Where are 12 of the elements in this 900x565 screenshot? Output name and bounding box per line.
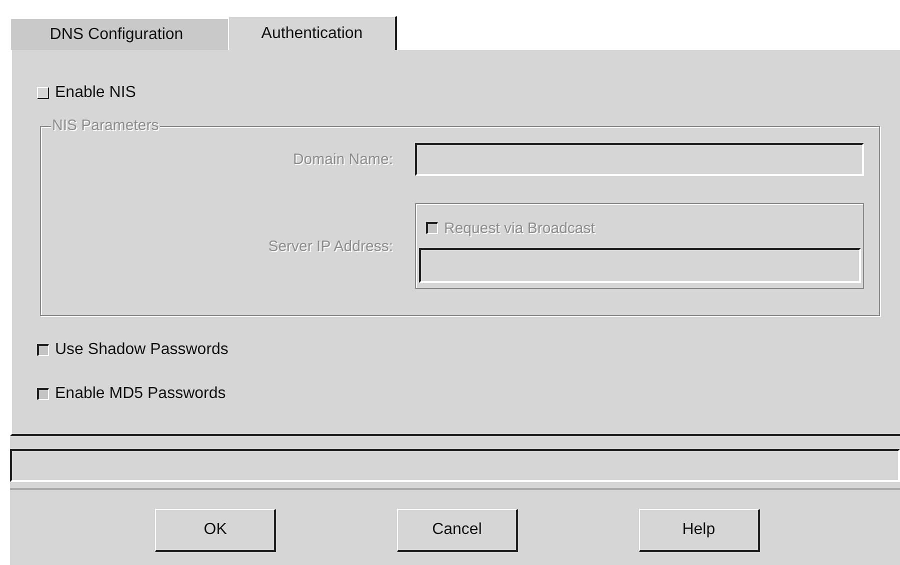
button[interactable]: Cancel	[396, 509, 518, 552]
button[interactable]: OK	[155, 509, 276, 552]
checkbox-label[interactable]: Enable NIS	[55, 84, 136, 102]
checkbox-label[interactable]: Enable MD5 Passwords	[55, 385, 226, 403]
checkbox[interactable]	[37, 344, 49, 356]
field-label: Domain Name:	[292, 151, 394, 168]
checkbox-label[interactable]: Use Shadow Passwords	[55, 341, 228, 359]
button[interactable]: Help	[638, 509, 760, 552]
checkbox[interactable]	[37, 388, 49, 400]
tab[interactable]: Authentication	[228, 16, 397, 50]
tab[interactable]: DNS Configuration	[10, 18, 228, 50]
field-label: Server IP Address:	[267, 238, 394, 254]
